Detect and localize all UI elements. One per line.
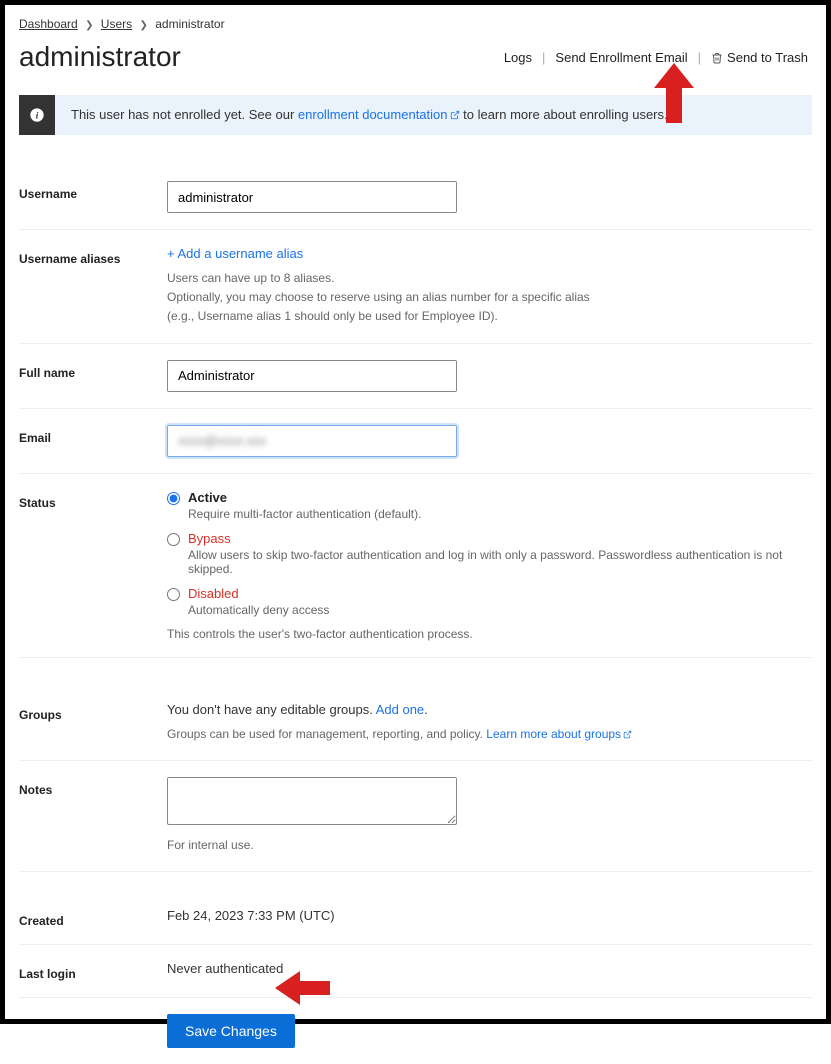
status-bypass-radio[interactable] [167,533,180,546]
status-bypass-desc: Allow users to skip two-factor authentic… [188,548,812,576]
external-link-icon [623,730,632,739]
groups-text: You don't have any editable groups. [167,702,376,717]
enrollment-documentation-link[interactable]: enrollment documentation [298,107,460,122]
banner-text-suffix: to learn more about enrolling users. [463,107,668,122]
plus-icon: + [167,246,175,261]
save-changes-button[interactable]: Save Changes [167,1014,295,1048]
status-active-label: Active [188,490,421,505]
groups-add-one-link[interactable]: Add one [376,702,424,717]
groups-learn-more-link[interactable]: Learn more about groups [486,727,632,741]
annotation-arrow-right [275,971,330,1005]
status-help-text: This controls the user's two-factor auth… [167,627,812,641]
notes-label: Notes [19,777,167,797]
status-disabled-desc: Automatically deny access [188,603,329,617]
email-label: Email [19,425,167,445]
logs-link[interactable]: Logs [500,50,536,65]
external-link-icon [450,110,460,120]
groups-label: Groups [19,702,167,722]
breadcrumb-current: administrator [155,17,224,31]
status-disabled-radio[interactable] [167,588,180,601]
trash-icon [711,52,723,64]
breadcrumb-users[interactable]: Users [101,17,132,31]
send-to-trash-link[interactable]: Send to Trash [707,50,812,65]
email-input-value-masked: xxxx@xxxx.xxx [178,433,266,448]
status-active-desc: Require multi-factor authentication (def… [188,507,421,521]
page-title: administrator [19,41,181,73]
groups-help-prefix: Groups can be used for management, repor… [167,727,486,741]
info-icon: i [19,95,55,135]
chevron-right-icon: ❯ [85,20,93,31]
last-login-label: Last login [19,961,167,981]
add-username-alias-link[interactable]: + Add a username alias [167,246,812,261]
status-active-radio[interactable] [167,492,180,505]
chevron-right-icon: ❯ [139,20,147,31]
created-label: Created [19,908,167,928]
notes-textarea[interactable] [167,777,457,825]
aliases-help-text: Users can have up to 8 aliases. Optional… [167,269,812,327]
status-bypass-label: Bypass [188,531,812,546]
username-label: Username [19,181,167,201]
status-disabled-label: Disabled [188,586,329,601]
last-login-value: Never authenticated [167,961,812,976]
username-input[interactable] [167,181,457,213]
fullname-input[interactable] [167,360,457,392]
breadcrumb: Dashboard ❯ Users ❯ administrator [19,17,812,31]
status-label: Status [19,490,167,510]
annotation-arrow-up [654,63,694,123]
fullname-label: Full name [19,360,167,380]
breadcrumb-dashboard[interactable]: Dashboard [19,17,78,31]
notes-help-text: For internal use. [167,836,812,855]
created-value: Feb 24, 2023 7:33 PM (UTC) [167,908,812,923]
svg-text:i: i [36,111,39,121]
banner-text-prefix: This user has not enrolled yet. See our [71,107,298,122]
username-aliases-label: Username aliases [19,246,167,266]
email-input[interactable]: xxxx@xxxx.xxx [167,425,457,457]
